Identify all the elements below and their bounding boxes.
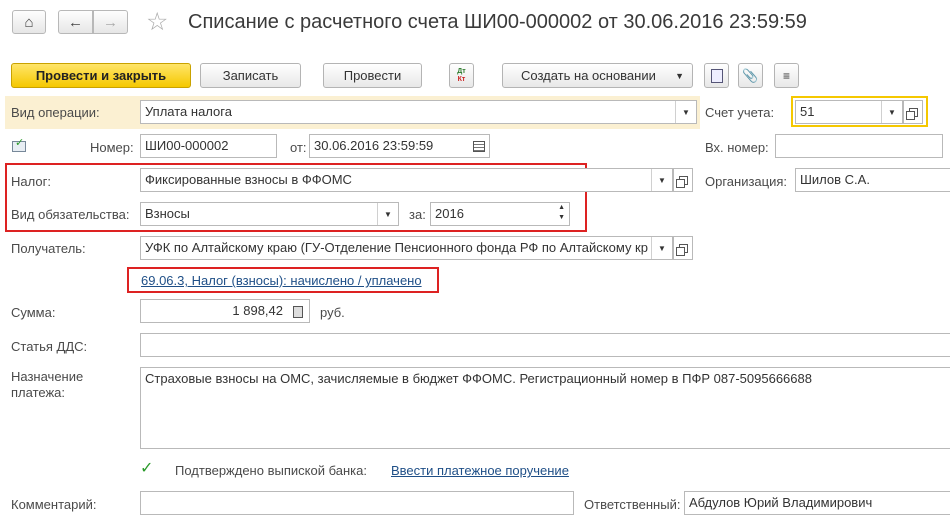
post-button[interactable]: Провести [323,63,422,88]
tax-select[interactable]: Фиксированные взносы в ФФОМС ▼ [140,168,673,192]
create-based-on-label: Создать на основании [521,68,656,83]
arrow-right-icon: → [103,13,118,31]
open-window-icon [675,175,688,188]
operation-value: Уплата налога [145,104,232,119]
operation-select[interactable]: Уплата налога ▼ [140,100,697,124]
confirmed-label: Подтверждено выпиской банка: [175,463,367,478]
number-label: Номер: [90,140,134,155]
purpose-textarea[interactable]: Страховые взносы на ОМС, зачисляемые в б… [140,367,950,449]
in-number-label: Вх. номер: [705,140,769,155]
recipient-value: УФК по Алтайскому краю (ГУ-Отделение Пен… [145,240,648,255]
account-label: Счет учета: [705,105,775,120]
post-and-close-button[interactable]: Провести и закрыть [11,63,191,88]
dtkt-icon: Дт Кт [457,67,466,83]
date-field[interactable]: 30.06.2016 23:59:59 [309,134,490,158]
chevron-down-icon[interactable]: ▼ [377,203,398,225]
arrow-left-icon: ← [68,13,83,31]
forward-button[interactable]: → [93,10,128,34]
dtkt-report-button[interactable]: Дт Кт [449,63,474,88]
chevron-down-icon: ▼ [675,70,684,81]
recipient-label: Получатель: [11,241,86,256]
home-icon: ⌂ [24,13,34,31]
sum-field[interactable]: 1 898,42 [140,299,310,323]
enter-payment-order-link[interactable]: Ввести платежное поручение [391,463,569,478]
chevron-down-icon[interactable]: ▼ [881,101,902,123]
in-number-field[interactable] [775,134,943,158]
spin-down-icon[interactable]: ▼ [558,214,565,221]
comment-label: Комментарий: [11,497,97,512]
chevron-down-icon[interactable]: ▼ [651,169,672,191]
date-value: 30.06.2016 23:59:59 [314,138,434,153]
number-field[interactable]: ШИ00-000002 [140,134,277,158]
list-icon: ≡ [782,68,790,83]
open-window-icon [675,243,688,256]
tax-label: Налог: [11,174,51,189]
paperclip-icon: 📎 [742,67,759,83]
create-based-on-button[interactable]: Создать на основании ▼ [502,63,693,88]
print-button[interactable] [704,63,729,88]
open-window-icon [905,107,918,120]
tax-open-button[interactable] [673,168,693,192]
tax-account-link[interactable]: 69.06.3, Налог (взносы): начислено / упл… [141,273,422,288]
calculator-icon[interactable] [293,306,303,318]
obligation-value: Взносы [145,206,190,221]
period-field[interactable]: 2016 ▲ ▼ [430,202,570,226]
currency-label: руб. [320,305,345,320]
favorite-star-icon[interactable]: ☆ [146,8,168,36]
account-open-button[interactable] [903,100,923,124]
check-icon: ✓ [140,460,154,477]
more-actions-button[interactable]: ≡ [774,63,799,88]
page-title: Списание с расчетного счета ШИ00-000002 … [188,11,807,33]
org-label: Организация: [705,174,788,189]
comment-field[interactable] [140,491,574,515]
dds-label: Статья ДДС: [11,339,88,354]
recipient-open-button[interactable] [673,236,693,260]
operation-label: Вид операции: [11,105,100,120]
confirmed-checkbox[interactable]: ✓ [140,460,154,477]
obligation-select[interactable]: Взносы ▼ [140,202,399,226]
account-select[interactable]: 51 ▼ [795,100,903,124]
sum-label: Сумма: [11,305,56,320]
calendar-icon[interactable] [473,141,485,152]
spin-up-icon[interactable]: ▲ [558,204,565,211]
period-value: 2016 [435,206,464,221]
purpose-label-line1: Назначение [11,369,84,384]
date-label: от: [290,140,307,155]
recipient-select[interactable]: УФК по Алтайскому краю (ГУ-Отделение Пен… [140,236,673,260]
save-button[interactable]: Записать [200,63,301,88]
attach-button[interactable]: 📎 [738,63,763,88]
org-field[interactable]: Шилов С.А. [795,168,950,192]
posted-status-icon: ✓ [12,137,26,152]
period-label: за: [409,207,426,222]
back-button[interactable]: ← [58,10,93,34]
account-value: 51 [800,104,815,119]
obligation-label: Вид обязательства: [11,207,130,222]
purpose-label-line2: платежа: [11,385,65,400]
document-icon [710,68,723,83]
chevron-down-icon[interactable]: ▼ [651,237,672,259]
responsible-field[interactable]: Абдулов Юрий Владимирович [684,491,950,515]
responsible-label: Ответственный: [584,497,681,512]
tax-value: Фиксированные взносы в ФФОМС [145,172,352,187]
sum-value: 1 898,42 [232,303,283,318]
dds-field[interactable] [140,333,950,357]
chevron-down-icon[interactable]: ▼ [675,101,696,123]
home-button[interactable]: ⌂ [12,10,46,34]
